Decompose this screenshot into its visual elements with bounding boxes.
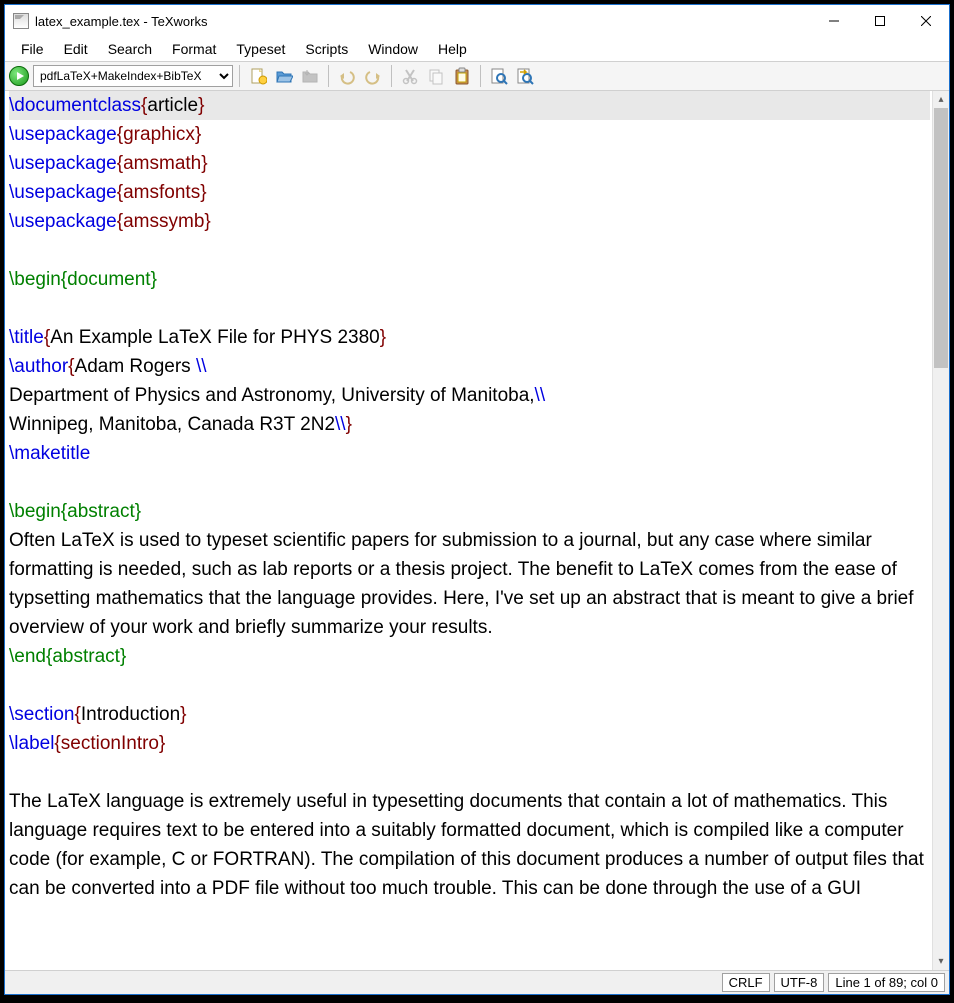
menu-typeset[interactable]: Typeset: [226, 39, 295, 59]
encoding-cell[interactable]: UTF-8: [774, 973, 825, 992]
paste-button[interactable]: [450, 64, 474, 88]
menu-scripts[interactable]: Scripts: [295, 39, 358, 59]
separator: [328, 65, 329, 87]
toolbar: pdfLaTeX+MakeIndex+BibTeX: [5, 61, 949, 91]
typeset-run-button[interactable]: [9, 66, 29, 86]
maximize-button[interactable]: [857, 6, 903, 36]
menu-search[interactable]: Search: [98, 39, 162, 59]
minimize-button[interactable]: [811, 6, 857, 36]
cursor-position-cell[interactable]: Line 1 of 89; col 0: [828, 973, 945, 992]
statusbar: CRLF UTF-8 Line 1 of 89; col 0: [5, 970, 949, 994]
find-button[interactable]: [487, 64, 511, 88]
scroll-up-arrow[interactable]: ▴: [933, 91, 949, 108]
redo-button[interactable]: [361, 64, 385, 88]
lineending-cell[interactable]: CRLF: [722, 973, 770, 992]
app-window: latex_example.tex - TeXworks File Edit S…: [4, 4, 950, 995]
replace-button[interactable]: [513, 64, 537, 88]
open-file-button[interactable]: [272, 64, 296, 88]
engine-select[interactable]: pdfLaTeX+MakeIndex+BibTeX: [33, 65, 233, 87]
menubar: File Edit Search Format Typeset Scripts …: [5, 37, 949, 61]
undo-button[interactable]: [335, 64, 359, 88]
menu-edit[interactable]: Edit: [54, 39, 98, 59]
menu-window[interactable]: Window: [358, 39, 428, 59]
cut-button[interactable]: [398, 64, 422, 88]
titlebar[interactable]: latex_example.tex - TeXworks: [5, 5, 949, 37]
menu-format[interactable]: Format: [162, 39, 226, 59]
copy-button[interactable]: [424, 64, 448, 88]
menu-help[interactable]: Help: [428, 39, 477, 59]
window-title: latex_example.tex - TeXworks: [35, 14, 207, 29]
separator: [239, 65, 240, 87]
new-file-button[interactable]: [246, 64, 270, 88]
menu-file[interactable]: File: [11, 39, 54, 59]
app-icon: [13, 13, 29, 29]
text-editor[interactable]: \documentclass{article}\usepackage{graph…: [5, 91, 932, 970]
separator: [480, 65, 481, 87]
close-button[interactable]: [903, 6, 949, 36]
vertical-scrollbar[interactable]: ▴ ▾: [932, 91, 949, 970]
editor-area: \documentclass{article}\usepackage{graph…: [5, 91, 949, 970]
separator: [391, 65, 392, 87]
scroll-down-arrow[interactable]: ▾: [933, 953, 949, 970]
save-file-button[interactable]: [298, 64, 322, 88]
scroll-thumb[interactable]: [934, 108, 948, 368]
